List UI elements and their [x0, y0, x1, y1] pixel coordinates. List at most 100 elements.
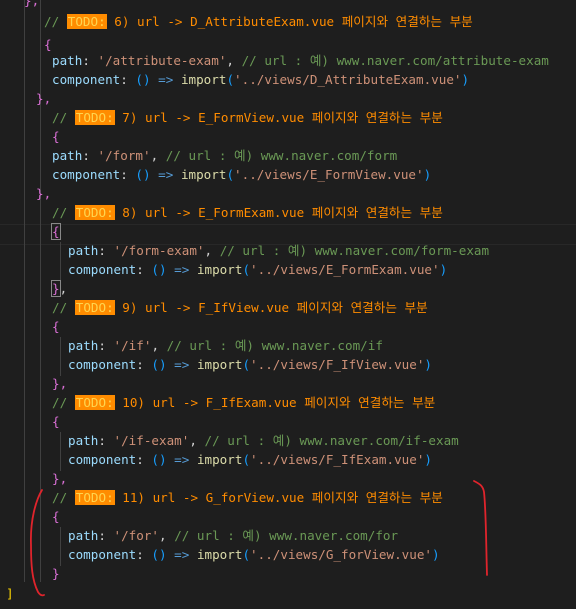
code-token: ( [242, 357, 251, 372]
code-token: , [204, 243, 220, 258]
code-line: component: () => import('../views/E_Form… [0, 260, 576, 279]
code-line-text: { [51, 222, 61, 241]
code-token: 8) url -> E_FormExam.vue 페이지와 연결하는 부분 [114, 205, 443, 220]
code-token: : [136, 452, 152, 467]
code-line-text: component: () => import('../views/F_IfVi… [68, 355, 432, 374]
code-token: => [166, 357, 197, 372]
code-token: // [44, 14, 67, 29]
code-line-text: }, [52, 469, 67, 488]
code-line-text: // TODO: 6) url -> D_AttributeExam.vue 페… [44, 12, 473, 31]
code-token: 10) url -> F_IfExam.vue 페이지와 연결하는 부분 [114, 395, 436, 410]
code-line: path: '/form-exam', // url : 예) www.nave… [0, 241, 576, 260]
code-token: () [135, 167, 151, 182]
code-token: }, [24, 0, 40, 8]
code-line-text: // TODO: 10) url -> F_IfExam.vue 페이지와 연결… [52, 393, 435, 412]
code-token: { [52, 509, 60, 524]
code-token: // [52, 300, 75, 315]
code-line: path: '/form', // url : 예) www.naver.com… [0, 146, 576, 165]
code-token: ) [439, 262, 448, 277]
code-token: : [98, 433, 114, 448]
code-line-text: { [52, 412, 60, 431]
code-token: // [52, 490, 75, 505]
code-line-text: }, [52, 374, 67, 393]
code-line-text: // TODO: 8) url -> E_FormExam.vue 페이지와 연… [52, 203, 443, 222]
code-token: , [59, 281, 68, 296]
code-token: , [189, 433, 205, 448]
code-line: }, [0, 469, 576, 488]
code-token: component [68, 357, 137, 372]
code-token: // [52, 395, 75, 410]
code-token: component [68, 452, 137, 467]
code-line: { [0, 127, 576, 146]
code-token: '/if' [113, 338, 152, 353]
code-token: => [166, 452, 197, 467]
code-line: // TODO: 8) url -> E_FormExam.vue 페이지와 연… [0, 203, 576, 222]
code-token: component [68, 547, 137, 562]
code-line: component: () => import('../views/F_IfVi… [0, 355, 576, 374]
code-editor[interactable]: }, // TODO: 6) url -> D_AttributeExam.vue… [0, 0, 576, 609]
todo-badge: TODO: [74, 490, 115, 505]
code-token: { [44, 37, 52, 52]
code-token: path [68, 243, 99, 258]
code-line-text: component: () => import('../views/E_Form… [68, 260, 447, 279]
code-token: component [52, 72, 121, 87]
code-line-text: component: () => import('../views/G_forV… [68, 545, 440, 564]
code-token: : [82, 53, 98, 68]
code-line-text: // TODO: 9) url -> F_IfView.vue 페이지와 연결하… [52, 298, 428, 317]
code-line-text: component: () => import('../views/F_IfEx… [68, 450, 432, 469]
code-token: ( [226, 167, 235, 182]
code-token: : [120, 167, 136, 182]
code-token: component [52, 167, 121, 182]
code-line-text: }, [51, 279, 68, 298]
code-line-text: ] [6, 584, 14, 603]
code-line: component: () => import('../views/G_forV… [0, 545, 576, 564]
code-token: '/form' [97, 148, 151, 163]
code-line: }, [0, 184, 576, 203]
code-line-text: { [52, 127, 60, 146]
code-token: 9) url -> F_IfView.vue 페이지와 연결하는 부분 [114, 300, 428, 315]
code-token: }, [52, 471, 68, 486]
code-line-text: }, [36, 184, 51, 203]
code-token: // url : 예) www.naver.com/for [174, 528, 399, 543]
code-token: }, [36, 91, 52, 106]
code-token: path [68, 528, 99, 543]
code-line: }, [0, 279, 576, 298]
code-line: }, [0, 89, 576, 108]
code-line: path: '/if', // url : 예) www.naver.com/i… [0, 336, 576, 355]
code-line-text: // TODO: 7) url -> E_FormView.vue 페이지와 연… [52, 108, 443, 127]
code-token: : [82, 148, 98, 163]
code-token: ( [242, 452, 251, 467]
code-line: { [0, 507, 576, 526]
code-line: component: () => import('../views/D_Attr… [0, 70, 576, 89]
code-token: // [52, 110, 75, 125]
code-line-text: { [52, 507, 60, 526]
code-line: // TODO: 6) url -> D_AttributeExam.vue 페… [0, 12, 576, 31]
code-line: }, [0, 0, 576, 10]
code-token: // url : 예) www.naver.com/form-exam [219, 243, 490, 258]
code-token: // url : 예) www.naver.com/if [166, 338, 383, 353]
code-token: ] [6, 586, 14, 601]
code-token: ( [242, 262, 251, 277]
code-token: { [52, 319, 60, 334]
code-token: '../views/G_forView.vue' [250, 547, 433, 562]
code-line-text: path: '/if', // url : 예) www.naver.com/i… [68, 336, 383, 355]
code-token: { [52, 129, 60, 144]
code-token: () [151, 262, 167, 277]
code-token: ( [242, 547, 251, 562]
code-token: '../views/F_IfExam.vue' [250, 452, 425, 467]
code-token: => [166, 547, 197, 562]
code-token: import [180, 72, 227, 87]
code-token: { [51, 223, 61, 240]
code-token: }, [36, 186, 52, 201]
code-line: // TODO: 11) url -> G_forView.vue 페이지와 연… [0, 488, 576, 507]
code-line: // TODO: 9) url -> F_IfView.vue 페이지와 연결하… [0, 298, 576, 317]
code-token: => [150, 72, 181, 87]
code-token: 7) url -> E_FormView.vue 페이지와 연결하는 부분 [114, 110, 443, 125]
code-line: path: '/for', // url : 예) www.naver.com/… [0, 526, 576, 545]
code-token: import [196, 262, 243, 277]
code-token: () [151, 547, 167, 562]
code-token: ) [423, 167, 432, 182]
code-token: : [136, 262, 152, 277]
code-line: { [0, 317, 576, 336]
code-token: ) [424, 452, 433, 467]
